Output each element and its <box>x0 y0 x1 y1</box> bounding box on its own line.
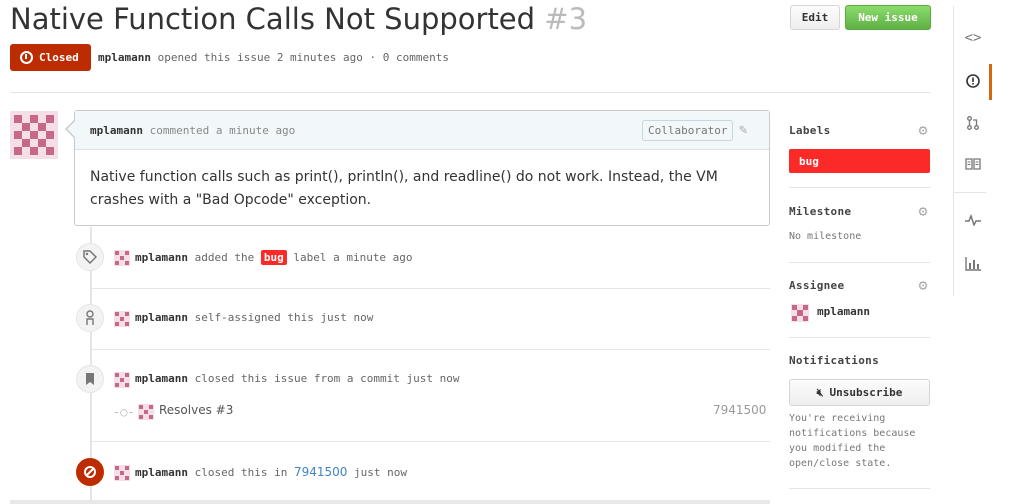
header-divider <box>10 92 930 93</box>
edit-comment-icon[interactable]: ✎ <box>739 122 755 138</box>
avatar-identicon <box>14 115 54 155</box>
graphs-icon[interactable] <box>954 245 992 283</box>
notifications-text: You're receiving notifications because y… <box>789 413 916 469</box>
issue-meta-text: opened this issue 2 minutes ago · 0 comm… <box>157 51 450 64</box>
notifications-heading: Notifications <box>789 354 879 367</box>
assignee-name[interactable]: mplamann <box>817 305 870 318</box>
event-user[interactable]: mplamann <box>135 311 188 324</box>
timeline-event: mplamann self-assigned this just now <box>135 311 373 324</box>
gear-icon[interactable]: ⚙ <box>915 122 931 138</box>
timeline-event: mplamann closed this issue from a commit… <box>135 372 460 385</box>
wiki-icon[interactable] <box>954 145 992 183</box>
timeline-divider <box>90 441 770 442</box>
issue-meta: mplamann opened this issue 2 minutes ago… <box>98 51 449 64</box>
event-text: added the <box>194 251 255 264</box>
collaborator-badge: Collaborator <box>642 120 734 141</box>
comment-time[interactable]: commented a minute ago <box>150 124 296 137</box>
event-user[interactable]: mplamann <box>135 372 188 385</box>
assignee-heading: Assignee <box>789 279 845 292</box>
avatar[interactable] <box>138 404 154 420</box>
repo-nav-rail: <> <box>953 6 992 296</box>
avatar[interactable] <box>791 304 809 322</box>
event-text: closed this issue from a commit just now <box>194 372 460 385</box>
sidebar-divider <box>789 262 930 263</box>
avatar[interactable] <box>114 250 130 266</box>
timeline-event: mplamann added the bug label a minute ag… <box>135 250 413 265</box>
status-badge-label: Closed <box>39 51 79 64</box>
avatar[interactable] <box>114 465 130 481</box>
label-badge[interactable]: bug <box>789 149 930 173</box>
label-badge[interactable]: bug <box>260 250 287 265</box>
comment-box: mplamann commented a minute ago Collabor… <box>74 110 770 226</box>
unsubscribe-button[interactable]: 🔇︎ Unsubscribe <box>789 379 930 406</box>
event-text: closed this in <box>194 466 288 479</box>
edit-button[interactable]: Edit <box>790 5 840 30</box>
timeline-divider <box>90 349 770 350</box>
comment-body: Native function calls such as print(), p… <box>90 169 718 208</box>
commit-icon: -○- <box>113 405 135 419</box>
timeline-event: mplamann closed this in 7941500 just now <box>135 465 407 479</box>
footer-divider <box>10 500 770 504</box>
comment-author-link[interactable]: mplamann <box>90 124 143 137</box>
issue-icon[interactable] <box>954 62 992 100</box>
event-text-post: just now <box>354 466 408 479</box>
labels-heading: Labels <box>789 124 831 137</box>
closed-circle-icon <box>76 458 104 486</box>
code-icon[interactable]: <> <box>954 19 992 57</box>
gear-icon[interactable]: ⚙ <box>915 277 931 293</box>
issue-title: Native Function Calls Not Supported <box>10 2 536 36</box>
avatar[interactable] <box>10 111 58 159</box>
comment-pointer-fill <box>67 121 75 137</box>
comment-header: mplamann commented a minute ago Collabor… <box>75 111 769 150</box>
person-icon <box>76 304 104 332</box>
rail-active-indicator <box>989 64 992 100</box>
tag-icon <box>76 243 104 271</box>
comment-meta: mplamann commented a minute ago <box>90 124 295 137</box>
event-text: self-assigned this just now <box>194 311 374 324</box>
avatar[interactable] <box>114 372 130 388</box>
gear-icon[interactable]: ⚙ <box>915 203 931 219</box>
commit-sha[interactable]: 7941500 <box>713 403 766 417</box>
milestone-value: No milestone <box>789 231 862 242</box>
new-issue-button[interactable]: New issue <box>845 5 931 30</box>
event-user[interactable]: mplamann <box>135 251 188 264</box>
status-badge: Closed <box>10 44 91 71</box>
sidebar-divider <box>789 488 930 489</box>
milestone-heading: Milestone <box>789 205 852 218</box>
mute-icon: 🔇︎ <box>816 385 824 399</box>
timeline-divider <box>90 288 770 289</box>
issue-number: #3 <box>544 2 588 36</box>
issue-author-link[interactable]: mplamann <box>98 51 151 64</box>
pull-request-icon[interactable] <box>954 104 992 142</box>
commit-message[interactable]: Resolves #3 <box>159 403 233 417</box>
commit-link[interactable]: 7941500 <box>294 465 347 479</box>
pulse-icon[interactable] <box>954 201 992 239</box>
bookmark-icon <box>76 365 104 393</box>
avatar[interactable] <box>114 311 130 327</box>
sidebar-divider <box>789 337 930 338</box>
closed-issue-icon <box>20 51 33 64</box>
unsubscribe-label: Unsubscribe <box>829 386 903 399</box>
page-title: Native Function Calls Not Supported #3 <box>10 0 587 38</box>
event-text-post: label a minute ago <box>293 251 413 264</box>
event-user[interactable]: mplamann <box>135 466 188 479</box>
sidebar-divider <box>789 187 930 188</box>
rail-divider <box>954 192 986 193</box>
